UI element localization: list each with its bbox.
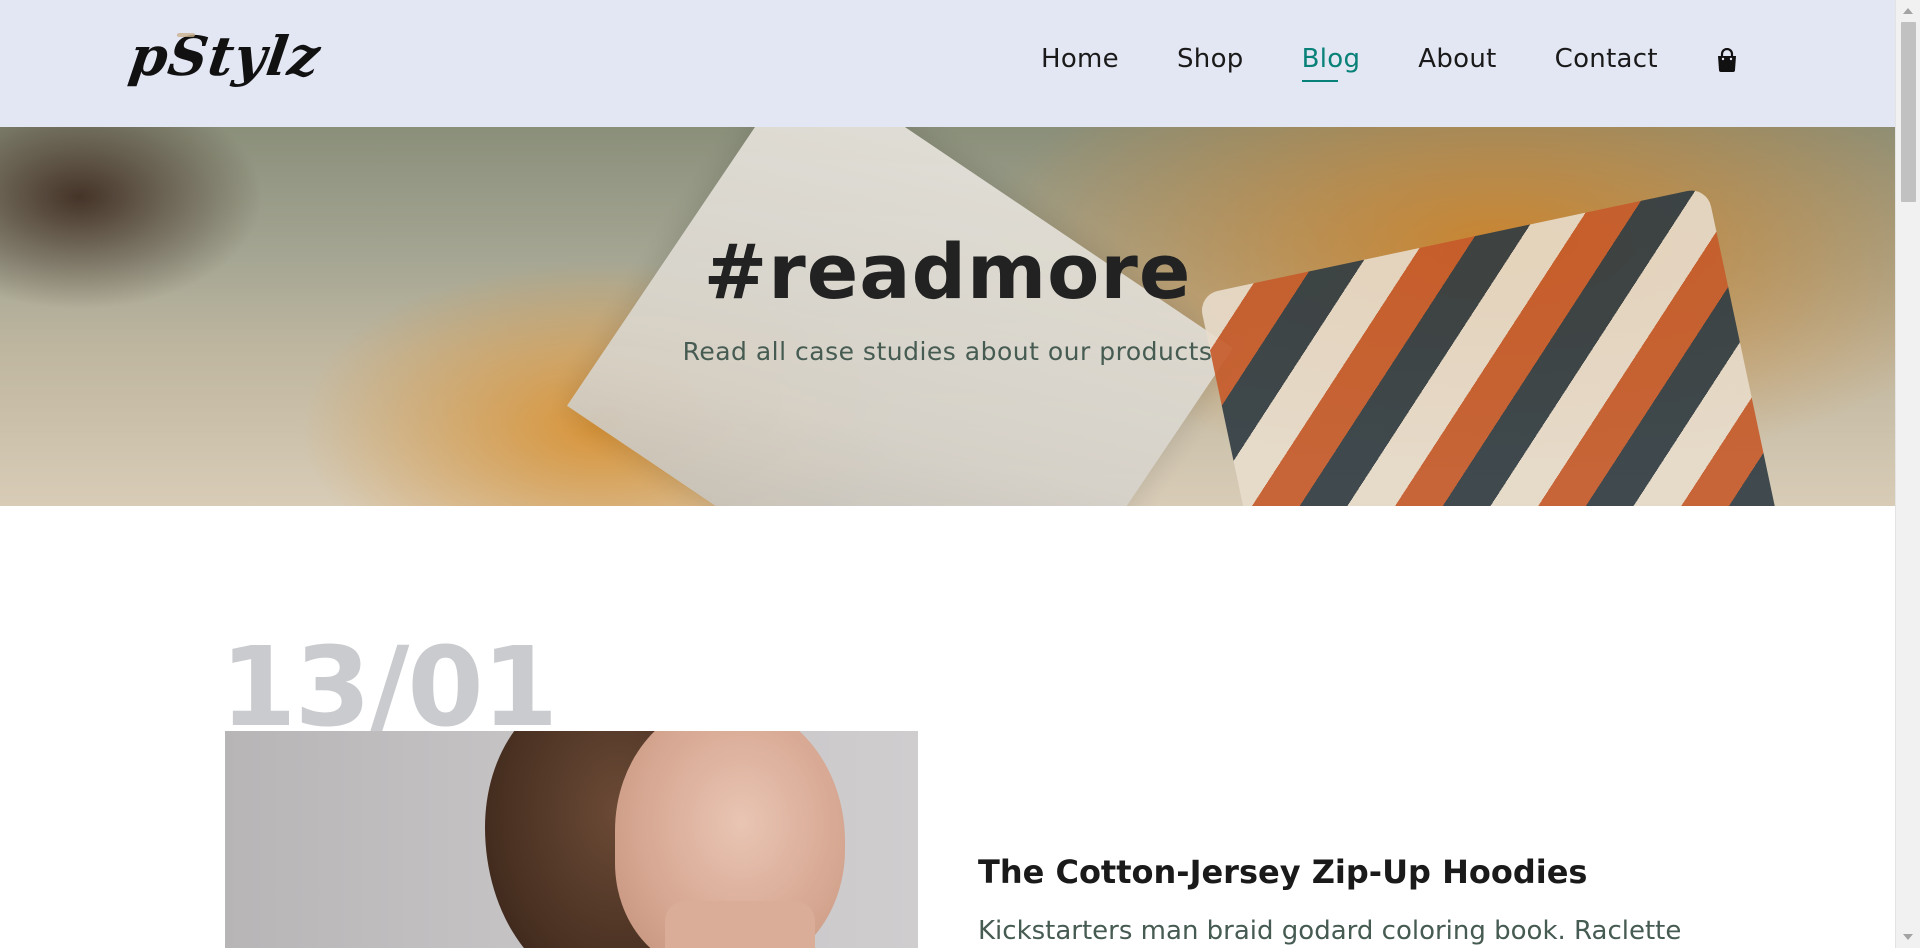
nav-item-home[interactable]: Home: [1041, 44, 1119, 74]
site-header: pStylz Home Shop Blog About Contact: [0, 0, 1895, 127]
nav-item-contact[interactable]: Contact: [1555, 44, 1658, 74]
main-nav: Home Shop Blog About Contact: [1041, 44, 1738, 82]
scrollbar-thumb[interactable]: [1901, 22, 1916, 202]
hero-title: #readmore: [703, 227, 1192, 316]
vertical-scrollbar[interactable]: [1895, 0, 1920, 948]
hero-subtitle: Read all case studies about our products: [682, 337, 1213, 366]
blog-post-title[interactable]: The Cotton-Jersey Zip-Up Hoodies: [978, 853, 1587, 891]
hero-banner: #readmore Read all case studies about ou…: [0, 127, 1895, 506]
nav-item-blog[interactable]: Blog: [1301, 44, 1361, 82]
image-neck-shape: [665, 901, 815, 948]
blog-post-date: 13/01: [220, 623, 558, 751]
scroll-down-arrow-icon[interactable]: [1903, 934, 1913, 940]
hero-book-image: [567, 127, 1233, 506]
nav-item-about[interactable]: About: [1418, 44, 1496, 74]
logo-mark: [176, 33, 196, 37]
logo[interactable]: pStylz: [126, 24, 325, 88]
blog-post-image[interactable]: [225, 731, 918, 948]
shopping-bag-icon[interactable]: [1716, 47, 1738, 72]
scroll-up-arrow-icon[interactable]: [1903, 8, 1913, 14]
blog-post-excerpt: Kickstarters man braid godard coloring b…: [978, 916, 1682, 946]
nav-item-shop[interactable]: Shop: [1177, 44, 1244, 74]
logo-text: pStylz: [125, 24, 325, 88]
